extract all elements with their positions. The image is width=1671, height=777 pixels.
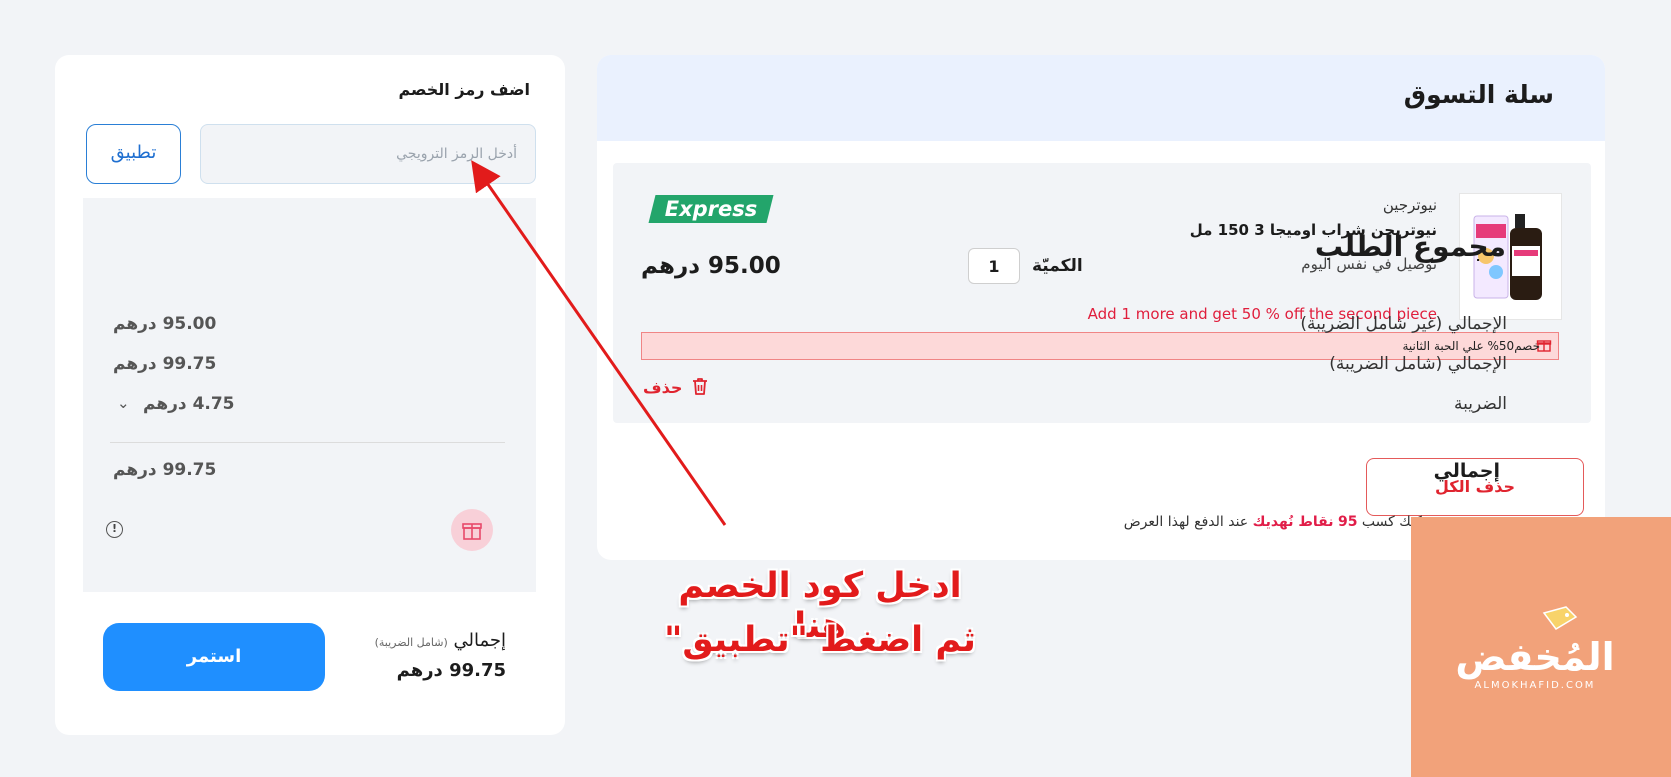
gift-icon [462,523,482,540]
trash-icon[interactable] [689,375,711,397]
item-price: 95.00 درهم [641,253,781,279]
subtotal-excl-value: 95.00 درهم [113,314,217,334]
footer-total-value: 99.75 درهم [396,660,506,681]
footer-total-note: (شامل الضريبة) [374,636,448,649]
quantity-label: الكميّة [1032,256,1083,276]
info-icon[interactable]: ! [106,521,123,538]
tag-icon [1542,606,1578,630]
order-title: مجموع الطلب [1314,230,1506,263]
watermark-logo: المُخفض [1455,635,1615,679]
footer-total-text: إجمالي [453,630,506,651]
footer-total-label: إجمالي (شامل الضريبة) [375,630,506,651]
annotation-line2: ثم اضغط "تطبيق" [664,620,976,660]
points-highlight: نقاط نُهديك [1252,514,1334,530]
promo-code-input[interactable]: أدخل الرمز الترويجي [200,124,536,184]
watermark-subtitle: ALMOKHAFID.COM [1474,680,1596,691]
subtotal-excl-label: الإجمالي (غير شامل الضريبة) [1300,314,1507,334]
apply-label[interactable]: تطبيق [86,124,181,184]
subtotal-incl-value: 99.75 درهم [113,354,217,374]
points-gift-badge [451,509,493,551]
divider [110,442,505,443]
express-label: Express [664,197,758,221]
discount-note: خصم50% علي الحبة الثانية [1402,339,1540,353]
loyalty-points-text: يمكنك كسب 95 نقاط نُهديك عند الدفع لهذا … [1120,510,1435,535]
quantity-input[interactable]: 1 [968,248,1020,284]
brand-name[interactable]: نيوترجين [1383,196,1437,214]
chevron-down-icon[interactable]: ⌄ [117,394,130,412]
cart-title: سلة التسوق [1403,80,1554,109]
total-value: 99.75 درهم [113,460,217,480]
coupon-title: اضف رمز الخصم [398,80,530,99]
total-label: إجمالي [1433,460,1500,482]
tax-value[interactable]: 4.75 درهم [143,394,235,414]
subtotal-incl-label: الإجمالي (شامل الضريبة) [1329,354,1507,374]
points-count: 95 [1337,514,1358,530]
continue-label[interactable]: استمر [103,623,325,691]
points-suffix: عند الدفع لهذا العرض [1123,514,1249,530]
tax-label: الضريبة [1453,394,1507,414]
delete-label[interactable]: حذف [643,378,682,397]
